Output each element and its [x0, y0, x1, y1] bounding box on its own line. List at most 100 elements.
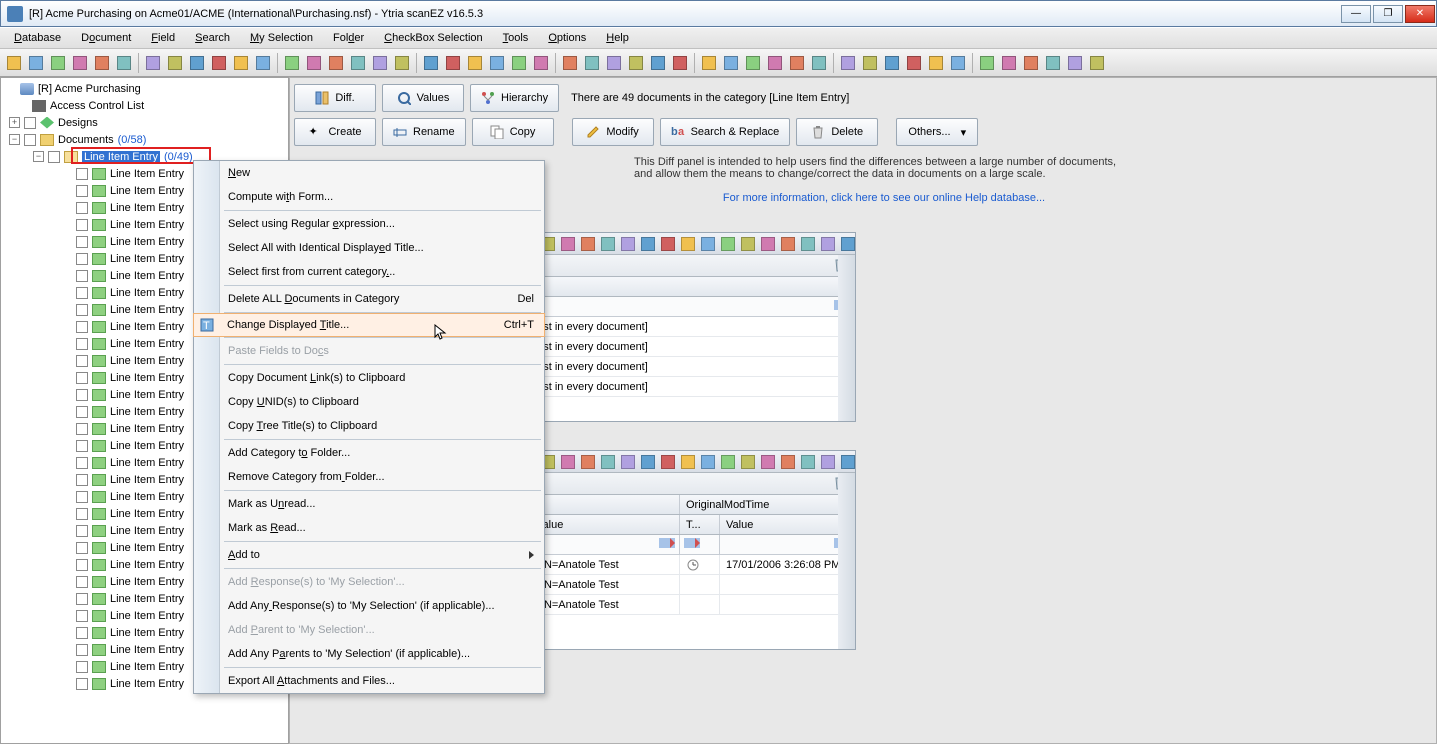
checkbox[interactable] [76, 508, 88, 520]
grid-toolbar-button[interactable] [679, 235, 697, 253]
help-link[interactable]: For more information, click here to see … [634, 192, 1134, 204]
menu-search[interactable]: Search [187, 29, 238, 47]
toolbar-button[interactable] [531, 53, 551, 73]
menu-options[interactable]: Options [540, 29, 594, 47]
maximize-button[interactable]: ❐ [1373, 5, 1403, 23]
grid-toolbar-button[interactable] [559, 453, 577, 471]
menu-item-compute-with-form[interactable]: Compute with Form... [194, 185, 544, 209]
toolbar-button[interactable] [92, 53, 112, 73]
menu-item-select-using-regular-expression[interactable]: Select using Regular expression... [194, 212, 544, 236]
menu-item-delete-all-documents-in-category[interactable]: Delete ALL Documents in CategoryDel [194, 287, 544, 311]
toolbar-button[interactable] [421, 53, 441, 73]
col-omt[interactable]: OriginalModTime [680, 495, 855, 514]
checkbox[interactable] [24, 134, 36, 146]
grid-toolbar-button[interactable] [739, 453, 757, 471]
grid-toolbar-button[interactable] [779, 235, 797, 253]
checkbox[interactable] [76, 287, 88, 299]
checkbox[interactable] [76, 593, 88, 605]
grid-toolbar-button[interactable] [759, 453, 777, 471]
scrollbar[interactable] [838, 255, 855, 421]
checkbox[interactable] [76, 576, 88, 588]
toolbar-button[interactable] [165, 53, 185, 73]
toolbar-button[interactable] [253, 53, 273, 73]
checkbox[interactable] [76, 389, 88, 401]
toolbar-button[interactable] [1043, 53, 1063, 73]
checkbox[interactable] [76, 236, 88, 248]
context-menu[interactable]: NewCompute with Form... Select using Regu… [193, 160, 545, 694]
toolbar-button[interactable] [743, 53, 763, 73]
toolbar-button[interactable] [926, 53, 946, 73]
checkbox[interactable] [76, 627, 88, 639]
toolbar-button[interactable] [392, 53, 412, 73]
checkbox[interactable] [76, 678, 88, 690]
toolbar-button[interactable] [838, 53, 858, 73]
toolbar-button[interactable] [326, 53, 346, 73]
grid-toolbar-button[interactable] [719, 235, 737, 253]
toolbar-button[interactable] [1021, 53, 1041, 73]
checkbox[interactable] [24, 117, 36, 129]
toolbar-button[interactable] [187, 53, 207, 73]
menu-help[interactable]: Help [598, 29, 637, 47]
grid-toolbar-button[interactable] [739, 235, 757, 253]
col-value[interactable]: Value [530, 515, 680, 534]
toolbar-button[interactable] [48, 53, 68, 73]
grid-toolbar-button[interactable] [639, 453, 657, 471]
checkbox[interactable] [48, 151, 60, 163]
checkbox[interactable] [76, 202, 88, 214]
toolbar-button[interactable] [765, 53, 785, 73]
checkbox[interactable] [76, 457, 88, 469]
toolbar-button[interactable] [509, 53, 529, 73]
menu-item-new[interactable]: New [194, 161, 544, 185]
tree-root[interactable]: [R] Acme Purchasing [1, 80, 288, 97]
grid-toolbar-button[interactable] [599, 235, 617, 253]
checkbox[interactable] [76, 355, 88, 367]
grid-toolbar-button[interactable] [639, 235, 657, 253]
toolbar-button[interactable] [465, 53, 485, 73]
expand-icon[interactable]: − [33, 151, 44, 162]
menu-database[interactable]: Database [6, 29, 69, 47]
toolbar-button[interactable] [626, 53, 646, 73]
grid-toolbar-button[interactable] [619, 453, 637, 471]
toolbar-button[interactable] [904, 53, 924, 73]
toolbar-button[interactable] [604, 53, 624, 73]
toolbar-button[interactable] [560, 53, 580, 73]
grid-toolbar-button[interactable] [579, 453, 597, 471]
checkbox[interactable] [76, 610, 88, 622]
hierarchy-button[interactable]: Hierarchy [470, 84, 559, 112]
checkbox[interactable] [76, 525, 88, 537]
minimize-button[interactable]: — [1341, 5, 1371, 23]
grid-toolbar-button[interactable] [819, 235, 837, 253]
menu-item-export-all-attachments-and-files[interactable]: Export All Attachments and Files... [194, 669, 544, 693]
menu-item-add-to[interactable]: Add to [194, 543, 544, 567]
menu-item-copy-unid-s-to-clipboard[interactable]: Copy UNID(s) to Clipboard [194, 390, 544, 414]
grid-toolbar-button[interactable] [619, 235, 637, 253]
grid-toolbar-button[interactable] [839, 235, 857, 253]
col-t[interactable]: T... [680, 515, 720, 534]
grid-toolbar-button[interactable] [659, 453, 677, 471]
toolbar-button[interactable] [699, 53, 719, 73]
menu-item-add-any-response-s-to-my-selection-if-applicable[interactable]: Add Any Response(s) to 'My Selection' (i… [194, 594, 544, 618]
checkbox[interactable] [76, 270, 88, 282]
tree-acl[interactable]: Access Control List [1, 97, 288, 114]
menu-field[interactable]: Field [143, 29, 183, 47]
toolbar-button[interactable] [977, 53, 997, 73]
toolbar-button[interactable] [1087, 53, 1107, 73]
menu-item-add-any-parents-to-my-selection-if-applicable[interactable]: Add Any Parents to 'My Selection' (if ap… [194, 642, 544, 666]
toolbar-button[interactable] [304, 53, 324, 73]
menu-item-mark-as-read[interactable]: Mark as Read... [194, 516, 544, 540]
scrollbar[interactable] [838, 473, 855, 649]
toolbar-button[interactable] [948, 53, 968, 73]
menu-item-change-displayed-title[interactable]: TChange Displayed Title...Ctrl+T [193, 313, 545, 337]
toolbar-button[interactable] [860, 53, 880, 73]
toolbar-button[interactable] [999, 53, 1019, 73]
grid-toolbar-button[interactable] [699, 235, 717, 253]
search-replace-button[interactable]: baSearch & Replace [660, 118, 791, 146]
close-button[interactable]: ✕ [1405, 5, 1435, 23]
create-button[interactable]: ✦Create [294, 118, 376, 146]
grid-toolbar-button[interactable] [819, 453, 837, 471]
values-button[interactable]: Values [382, 84, 464, 112]
toolbar-button[interactable] [487, 53, 507, 73]
toolbar-button[interactable] [348, 53, 368, 73]
diff-button[interactable]: Diff. [294, 84, 376, 112]
grid-toolbar-button[interactable] [759, 235, 777, 253]
